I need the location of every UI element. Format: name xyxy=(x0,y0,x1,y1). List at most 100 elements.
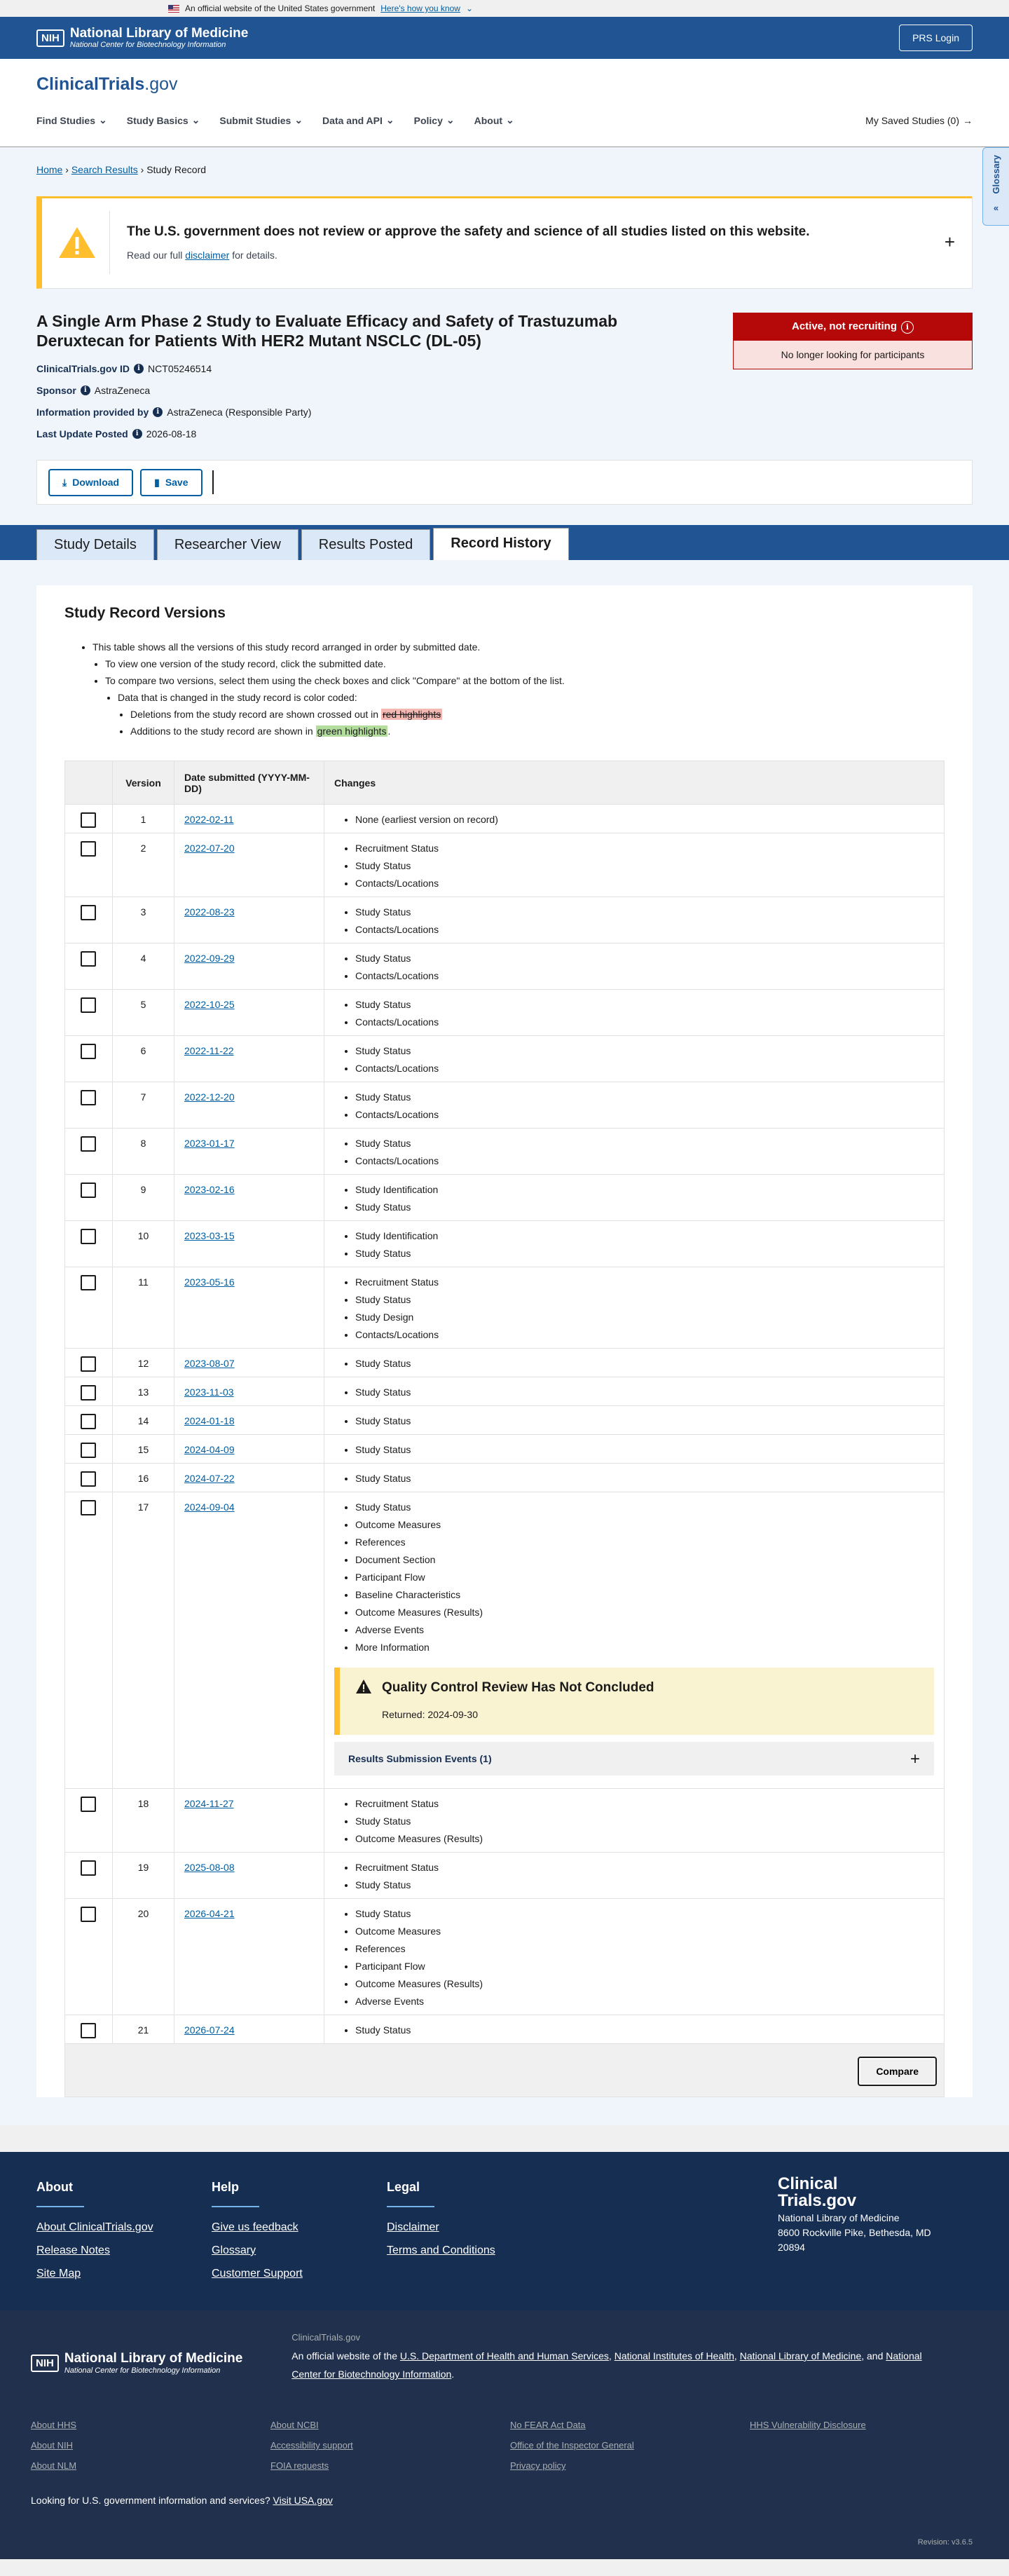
version-date-link[interactable]: 2022-08-23 xyxy=(184,906,235,918)
version-date-link[interactable]: 2022-07-20 xyxy=(184,843,235,854)
version-date-link[interactable]: 2025-08-08 xyxy=(184,1862,235,1873)
version-checkbox[interactable] xyxy=(81,1907,96,1922)
footer-link[interactable]: Office of the Inspector General xyxy=(510,2440,750,2451)
footer-release-notes-link[interactable]: Release Notes xyxy=(36,2244,212,2257)
version-date-link[interactable]: 2022-09-29 xyxy=(184,953,235,964)
version-checkbox[interactable] xyxy=(81,1090,96,1105)
footer-link[interactable]: No FEAR Act Data xyxy=(510,2420,750,2430)
footer-link[interactable]: FOIA requests xyxy=(270,2460,510,2471)
version-checkbox[interactable] xyxy=(81,1044,96,1059)
tab-record-history[interactable]: Record History xyxy=(433,528,569,560)
info-icon[interactable]: i xyxy=(153,407,163,417)
tab-results-posted[interactable]: Results Posted xyxy=(301,529,431,560)
version-date-link[interactable]: 2023-01-17 xyxy=(184,1138,235,1149)
breadcrumb-home[interactable]: Home xyxy=(36,164,62,175)
footer-terms-link[interactable]: Terms and Conditions xyxy=(387,2244,562,2257)
version-date-link[interactable]: 2026-07-24 xyxy=(184,2024,235,2036)
version-checkbox[interactable] xyxy=(81,1500,96,1515)
footer-feedback-link[interactable]: Give us feedback xyxy=(212,2221,387,2234)
footer-site-map-link[interactable]: Site Map xyxy=(36,2268,212,2280)
version-date-link[interactable]: 2022-10-25 xyxy=(184,999,235,1010)
version-date-link[interactable]: 2022-11-22 xyxy=(184,1045,234,1056)
change-item: Study Status xyxy=(355,1813,934,1830)
footer-link[interactable]: About NLM xyxy=(31,2460,270,2471)
version-checkbox[interactable] xyxy=(81,1183,96,1198)
version-date-link[interactable]: 2023-08-07 xyxy=(184,1358,235,1369)
version-date-link[interactable]: 2022-02-11 xyxy=(184,814,234,825)
version-checkbox[interactable] xyxy=(81,1385,96,1401)
version-checkbox[interactable] xyxy=(81,1356,96,1372)
nav-find-studies[interactable]: Find Studies ⌄ xyxy=(36,114,107,126)
version-date-link[interactable]: 2024-09-04 xyxy=(184,1501,235,1513)
how-you-know-link[interactable]: Here's how you know xyxy=(380,4,460,13)
version-date-link[interactable]: 2024-01-18 xyxy=(184,1415,235,1426)
footer-link[interactable]: Accessibility support xyxy=(270,2440,510,2451)
version-checkbox[interactable] xyxy=(81,905,96,920)
my-saved-studies-link[interactable]: My Saved Studies (0) → xyxy=(865,114,973,126)
tab-study-details[interactable]: Study Details xyxy=(36,529,154,560)
info-icon[interactable]: i xyxy=(80,386,90,395)
footer-glossary-link[interactable]: Glossary xyxy=(212,2244,387,2257)
version-date-link[interactable]: 2023-05-16 xyxy=(184,1276,235,1288)
version-date-link[interactable]: 2024-04-09 xyxy=(184,1444,235,1455)
version-date-link[interactable]: 2023-02-16 xyxy=(184,1184,235,1195)
info-icon[interactable]: i xyxy=(901,321,914,334)
version-checkbox[interactable] xyxy=(81,997,96,1013)
footer-link[interactable]: Privacy policy xyxy=(510,2460,750,2471)
version-checkbox[interactable] xyxy=(81,951,96,967)
prs-login-button[interactable]: PRS Login xyxy=(899,25,973,51)
version-checkbox[interactable] xyxy=(81,1443,96,1458)
version-checkbox[interactable] xyxy=(81,1136,96,1152)
version-checkbox[interactable] xyxy=(81,1229,96,1244)
version-date-link[interactable]: 2022-12-20 xyxy=(184,1091,235,1103)
nav-submit-studies[interactable]: Submit Studies ⌄ xyxy=(219,114,303,126)
nav-study-basics[interactable]: Study Basics ⌄ xyxy=(127,114,200,126)
version-date-link[interactable]: 2023-11-03 xyxy=(184,1386,234,1398)
footer-about-ct-link[interactable]: About ClinicalTrials.gov xyxy=(36,2221,212,2234)
nlm-logo[interactable]: NIH National Library of Medicine National… xyxy=(36,27,248,49)
nav-data-api[interactable]: Data and API ⌄ xyxy=(322,114,394,126)
footer-disclaimer-link[interactable]: Disclaimer xyxy=(387,2221,562,2234)
nih-link[interactable]: National Institutes of Health xyxy=(615,2350,734,2362)
footer-link[interactable]: About NCBI xyxy=(270,2420,510,2430)
compare-button[interactable]: Compare xyxy=(858,2057,937,2086)
results-submission-events-toggle[interactable]: Results Submission Events (1) + xyxy=(334,1742,934,1776)
version-checkbox[interactable] xyxy=(81,841,96,857)
table-row: 172024-09-04Study StatusOutcome Measures… xyxy=(64,1492,945,1789)
expand-plus-icon[interactable]: + xyxy=(945,231,955,253)
save-button[interactable]: ▮ Save xyxy=(140,468,203,496)
site-logo[interactable]: ClinicalTrials.gov xyxy=(36,74,973,95)
version-date-link[interactable]: 2024-11-27 xyxy=(184,1798,234,1809)
breadcrumb-search-results[interactable]: Search Results xyxy=(71,164,138,175)
version-checkbox[interactable] xyxy=(81,1471,96,1487)
footer-link[interactable]: About NIH xyxy=(31,2440,270,2451)
usa-gov-link[interactable]: Visit USA.gov xyxy=(273,2495,333,2506)
nlm-link[interactable]: National Library of Medicine xyxy=(740,2350,862,2362)
version-checkbox[interactable] xyxy=(81,1275,96,1290)
table-row: 202026-04-21Study StatusOutcome Measures… xyxy=(64,1898,945,2015)
version-date-link[interactable]: 2026-04-21 xyxy=(184,1908,235,1919)
version-date-link[interactable]: 2023-03-15 xyxy=(184,1230,235,1241)
download-button[interactable]: ⤓ Download xyxy=(48,468,134,496)
info-icon[interactable]: i xyxy=(134,364,144,374)
version-checkbox[interactable] xyxy=(81,1414,96,1429)
version-checkbox[interactable] xyxy=(81,812,96,828)
nav-about[interactable]: About ⌄ xyxy=(474,114,514,126)
version-checkbox[interactable] xyxy=(81,1860,96,1876)
disclaimer-link[interactable]: disclaimer xyxy=(185,250,229,261)
version-checkbox[interactable] xyxy=(81,1797,96,1812)
footer-nlm-logo[interactable]: NIH National Library of Medicine National… xyxy=(31,2343,242,2383)
footer-support-link[interactable]: Customer Support xyxy=(212,2268,387,2280)
version-checkbox[interactable] xyxy=(81,2023,96,2038)
glossary-tab[interactable]: Glossary « xyxy=(982,147,1009,226)
footer-link[interactable]: HHS Vulnerability Disclosure xyxy=(750,2420,989,2430)
hhs-link[interactable]: U.S. Department of Health and Human Serv… xyxy=(400,2350,609,2362)
change-item: Study Status xyxy=(355,996,934,1014)
change-item: Participant Flow xyxy=(355,1569,934,1586)
change-item: Study Status xyxy=(355,950,934,967)
footer-link[interactable]: About HHS xyxy=(31,2420,270,2430)
tab-researcher-view[interactable]: Researcher View xyxy=(156,529,298,560)
nav-policy[interactable]: Policy ⌄ xyxy=(414,114,455,126)
info-icon[interactable]: i xyxy=(132,429,142,439)
version-date-link[interactable]: 2024-07-22 xyxy=(184,1473,235,1484)
